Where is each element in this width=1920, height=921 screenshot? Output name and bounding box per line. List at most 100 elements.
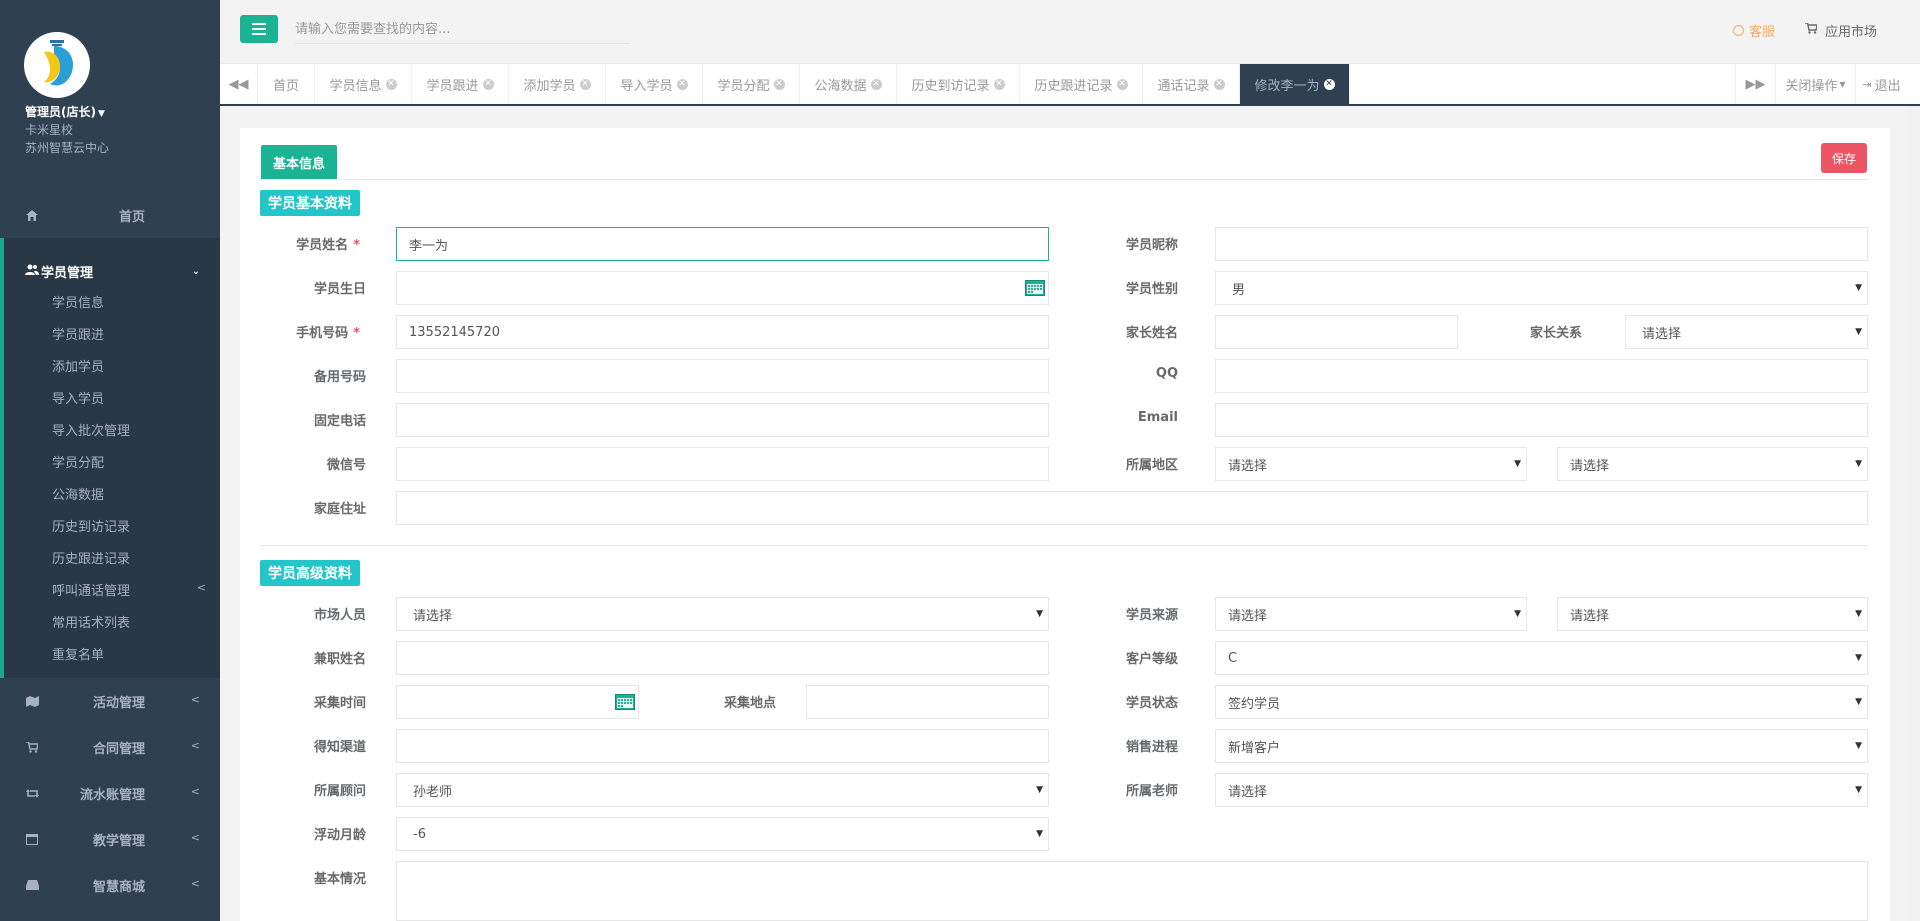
required-mark: * [353,326,360,341]
source-primary-value: 请选择 [1228,608,1268,624]
nickname-input[interactable] [1215,227,1868,261]
collect-place-input[interactable] [806,685,1049,719]
avatar[interactable] [24,32,90,98]
sidebar-sub-student-assign[interactable]: 学员分配 [52,452,104,471]
label-marketer: 市场人员 [313,608,366,623]
source-select-primary[interactable]: 请选择 ▼ [1215,597,1527,631]
close-icon[interactable]: ✕ [482,78,494,90]
sidebar-item-home[interactable]: 首页 [0,192,220,238]
cart-icon [1805,22,1818,38]
sales-progress-select[interactable]: 新增客户 ▼ [1215,729,1868,763]
close-icon[interactable]: ✕ [385,78,397,90]
tab-edit-student[interactable]: 修改李一为 ✕ [1240,64,1350,104]
sidebar-item-student-management[interactable]: 学员管理 ⌄ [4,248,220,294]
tabs-scroll-left-button[interactable]: ◀◀ [220,64,258,104]
sidebar-item-ledger[interactable]: 流水账管理 < [0,770,220,816]
marketer-select[interactable]: 请选择 ▼ [396,597,1049,631]
sidebar-sub-add-student[interactable]: 添加学员 [52,356,104,375]
landline-input[interactable] [396,403,1049,437]
level-select[interactable]: C ▼ [1215,641,1868,675]
sidebar-item-mall[interactable]: 智慧商城 < [0,862,220,908]
caret-down-icon: ▼ [1839,79,1846,89]
close-icon[interactable]: ✕ [993,78,1005,90]
tab-student-assign[interactable]: 学员分配 ✕ [703,64,800,104]
sidebar-sub-followup-history[interactable]: 历史跟进记录 [52,548,130,567]
gender-select[interactable]: 男 ▼ [1215,271,1868,305]
sidebar-sub-visit-history[interactable]: 历史到访记录 [52,516,130,535]
tab-student-info[interactable]: 学员信息 ✕ [315,64,412,104]
sidebar-sub-student-info[interactable]: 学员信息 [52,292,104,311]
calendar-icon[interactable] [615,694,635,710]
calendar-icon[interactable] [1025,280,1045,296]
tabs-scroll-right-button[interactable]: ▶▶ [1735,64,1775,104]
label-age-float: 浮动月龄 [313,828,366,843]
sidebar-item-label: 首页 [118,209,145,225]
region-city-select[interactable]: 请选择 ▼ [1557,447,1868,481]
caret-down-icon: ▼ [1514,609,1521,619]
tab-add-student[interactable]: 添加学员 ✕ [509,64,606,104]
menu-toggle-button[interactable] [240,15,278,43]
save-button[interactable]: 保存 [1821,143,1867,173]
sidebar-sub-scripts[interactable]: 常用话术列表 [52,612,130,631]
close-icon[interactable]: ✕ [579,78,591,90]
sidebar-sub-public-data[interactable]: 公海数据 [52,484,104,503]
teacher-select[interactable]: 请选择 ▼ [1215,773,1868,807]
tab-student-followup[interactable]: 学员跟进 ✕ [412,64,509,104]
sidebar-sub-duplicates[interactable]: 重复名单 [52,644,104,663]
app-market-link[interactable]: 应用市场 [1805,21,1877,40]
tab-public-data[interactable]: 公海数据 ✕ [800,64,897,104]
name-input[interactable]: 李一为 [396,227,1049,261]
tab-call-records[interactable]: 通话记录 ✕ [1143,64,1240,104]
tab-visit-history[interactable]: 历史到访记录 ✕ [897,64,1020,104]
sidebar-sub-call-management[interactable]: 呼叫通话管理 [52,580,130,599]
backup-phone-input[interactable] [396,359,1049,393]
tab-followup-history[interactable]: 历史跟进记录 ✕ [1020,64,1143,104]
qq-input[interactable] [1215,359,1868,393]
sidebar-sub-import-student[interactable]: 导入学员 [52,388,104,407]
consultant-select[interactable]: 孙老师 ▼ [396,773,1049,807]
service-link[interactable]: 客服 [1733,21,1775,40]
sidebar-item-label: 合同管理 [92,741,145,757]
status-select[interactable]: 签约学员 ▼ [1215,685,1868,719]
parent-relation-select[interactable]: 请选择 ▼ [1625,315,1868,349]
tab-import-student[interactable]: 导入学员 ✕ [606,64,703,104]
search-input[interactable] [295,16,630,44]
caret-down-icon: ▼ [97,109,105,119]
section-basic-title: 学员基本资料 [260,190,360,216]
source-select-secondary[interactable]: 请选择 ▼ [1557,597,1868,631]
address-input[interactable] [396,491,1868,525]
tab-label: 首页 [272,78,299,94]
region-province-select[interactable]: 请选择 ▼ [1215,447,1527,481]
sidebar-item-contract[interactable]: 合同管理 < [0,724,220,770]
collect-time-input[interactable] [396,685,639,719]
email-input[interactable] [1215,403,1868,437]
tab-home[interactable]: 首页 [258,64,315,104]
channel-input[interactable] [396,729,1049,763]
part-time-input[interactable] [396,641,1049,675]
scrollbar[interactable] [1907,106,1920,921]
close-icon[interactable]: ✕ [1323,78,1335,90]
phone-input[interactable]: 13552145720 [396,315,1049,349]
close-icon[interactable]: ✕ [773,78,785,90]
parent-name-input[interactable] [1215,315,1458,349]
sidebar-item-activity[interactable]: 活动管理 < [0,678,220,724]
close-icon[interactable]: ✕ [870,78,882,90]
sidebar-sub-import-batch[interactable]: 导入批次管理 [52,420,130,439]
birthday-input[interactable] [396,271,1049,305]
close-icon[interactable]: ✕ [676,78,688,90]
status-value: 签约学员 [1228,696,1281,712]
close-icon[interactable]: ✕ [1116,78,1128,90]
close-operations-dropdown[interactable]: 关闭操作 ▼ [1775,64,1855,104]
sidebar-sub-student-followup[interactable]: 学员跟进 [52,324,104,343]
age-float-select[interactable]: -6 ▼ [396,817,1049,851]
sidebar-item-teaching[interactable]: 教学管理 < [0,816,220,862]
required-mark: * [353,238,360,253]
logout-button[interactable]: ⇥ 退出 [1855,64,1907,104]
tabs-bar: ◀◀ 首页 学员信息 ✕ 学员跟进 ✕ 添加学员 ✕ 导入学员 ✕ 学员分配 ✕ 公海数据… [220,64,1920,106]
basic-info-textarea[interactable] [396,861,1868,921]
consultant-value: 孙老师 [413,784,453,800]
close-icon[interactable]: ✕ [1213,78,1225,90]
tab-basic-info[interactable]: 基本信息 [261,145,337,179]
profile-name[interactable]: 管理员(店长) ▼ [25,103,105,120]
wechat-input[interactable] [396,447,1049,481]
